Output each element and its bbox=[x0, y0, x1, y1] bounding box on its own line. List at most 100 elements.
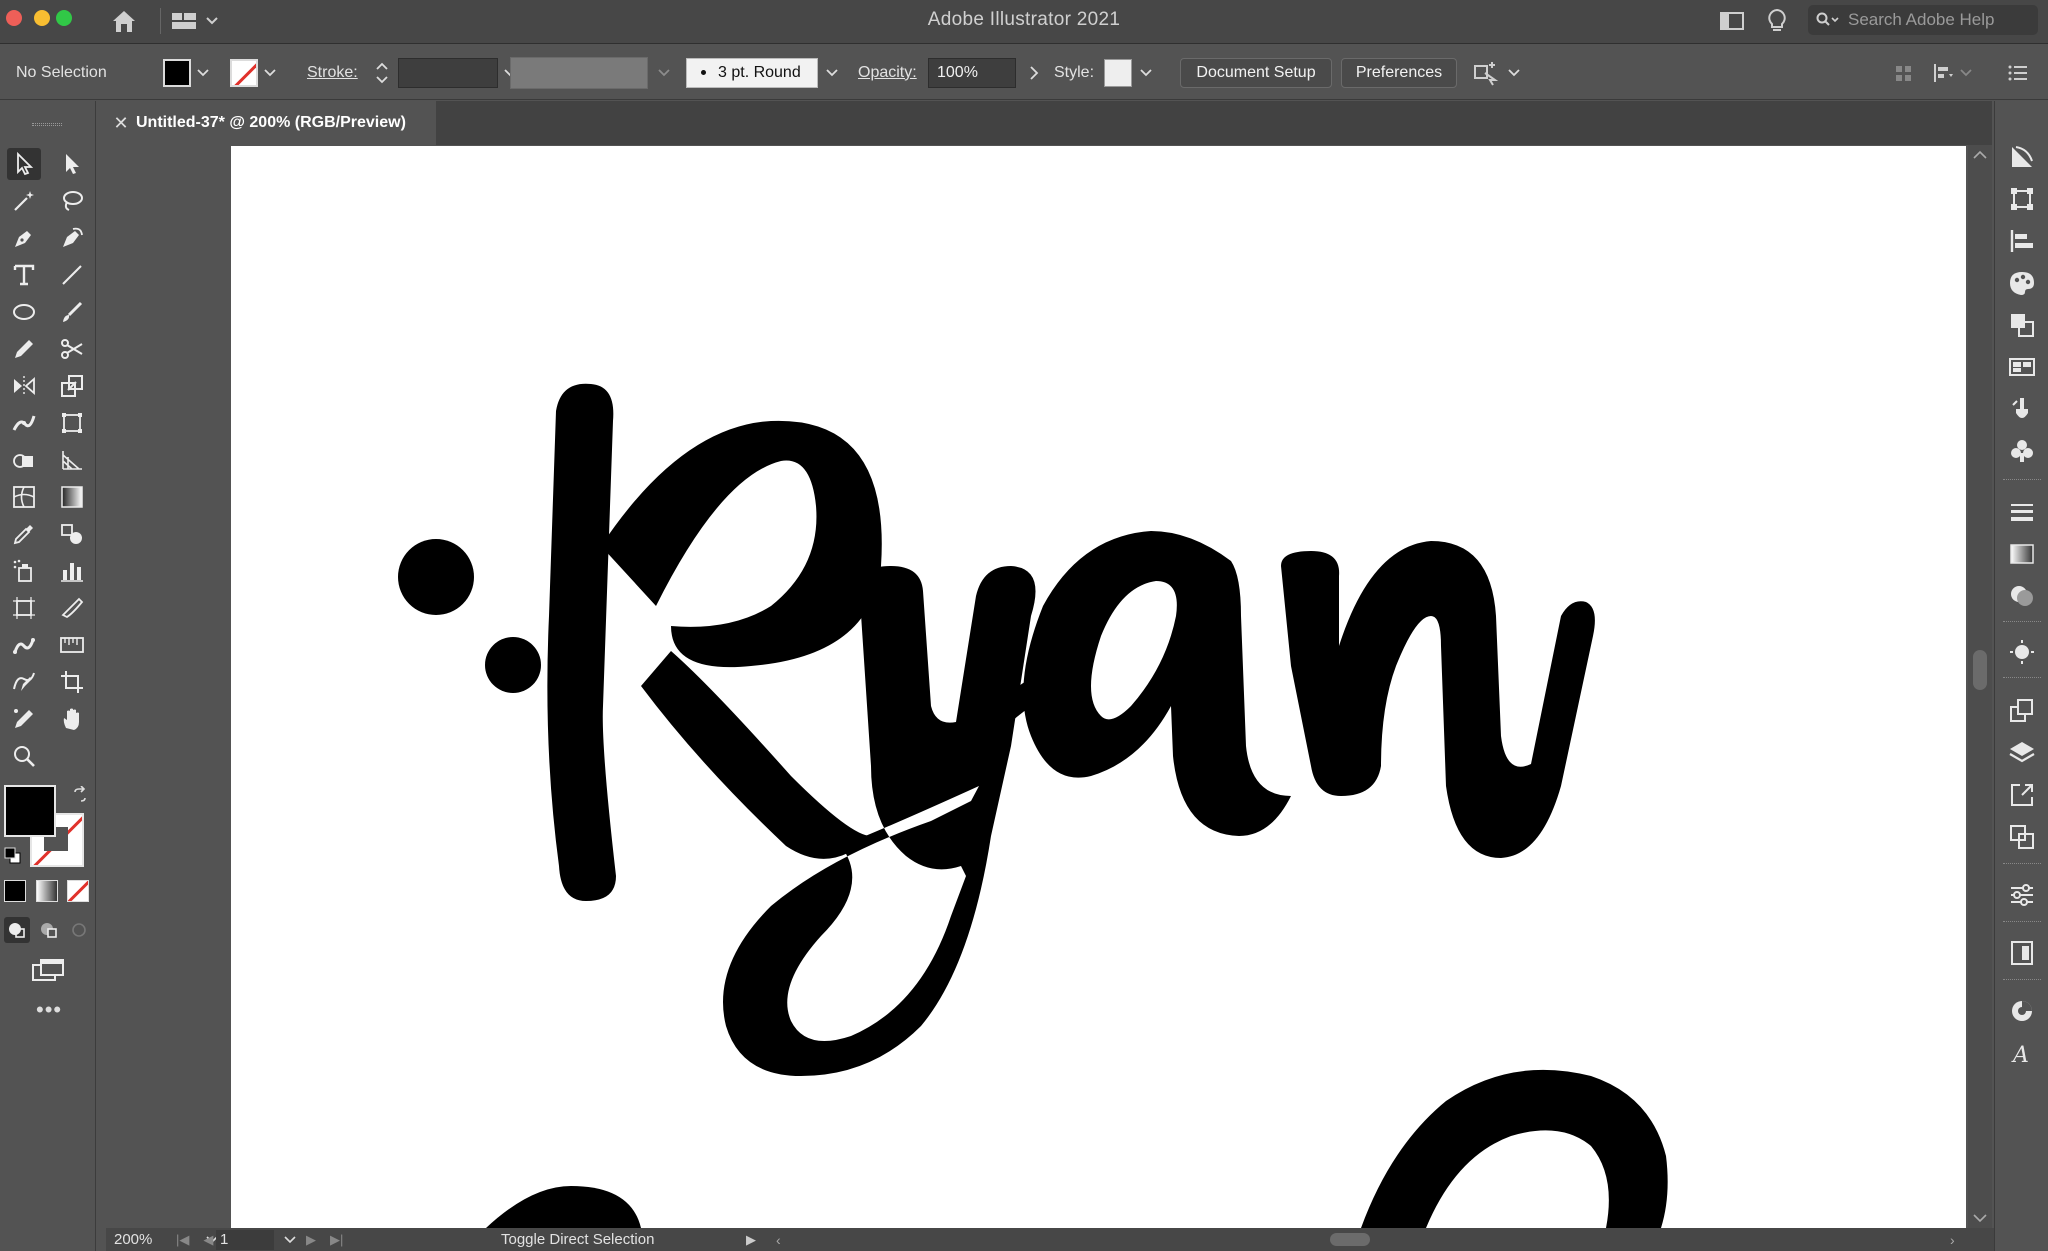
pathfinder-panel-icon[interactable] bbox=[2006, 309, 2038, 341]
hand-tool-icon[interactable] bbox=[55, 703, 89, 735]
stepper-arrows-icon[interactable] bbox=[372, 58, 392, 88]
mesh-tool-icon[interactable] bbox=[7, 481, 41, 513]
width-tool-icon[interactable] bbox=[7, 407, 41, 439]
status-menu-icon[interactable]: ▶ bbox=[746, 1228, 756, 1251]
selection-tool-icon[interactable] bbox=[7, 148, 41, 180]
arrange-documents-icon[interactable] bbox=[1716, 6, 1748, 36]
chevron-down-icon[interactable] bbox=[826, 68, 838, 77]
scroll-left-icon[interactable]: ‹ bbox=[776, 1228, 781, 1251]
pen-tool-icon[interactable] bbox=[7, 222, 41, 254]
chevron-down-icon[interactable] bbox=[197, 68, 209, 77]
opacity-field[interactable]: 100% bbox=[928, 57, 1016, 88]
document-setup-button[interactable]: Document Setup bbox=[1180, 57, 1332, 88]
paint-bucket-tool-icon[interactable] bbox=[7, 703, 41, 735]
letter-r-bowl[interactable] bbox=[601, 420, 882, 668]
search-help-field[interactable]: Search Adobe Help bbox=[1808, 5, 2038, 35]
gradient-mode-button[interactable] bbox=[36, 880, 58, 902]
variable-width-profile[interactable] bbox=[510, 45, 670, 100]
reflect-tool-icon[interactable] bbox=[7, 370, 41, 402]
select-similar-icon[interactable] bbox=[1472, 60, 1500, 86]
gradient-tool-icon[interactable] bbox=[55, 481, 89, 513]
letter-n[interactable] bbox=[1281, 541, 1595, 858]
type-tool-icon[interactable] bbox=[7, 259, 41, 291]
scroll-up-icon[interactable] bbox=[1968, 147, 1992, 163]
artboard-navigation-next[interactable]: ▶ ▶| bbox=[306, 1228, 343, 1251]
chevron-down-icon[interactable] bbox=[284, 1228, 296, 1251]
layers-panel-icon[interactable] bbox=[2006, 737, 2038, 769]
preferences-button[interactable]: Preferences bbox=[1341, 57, 1457, 88]
lasso-tool-icon[interactable] bbox=[55, 185, 89, 217]
default-fill-stroke-icon[interactable] bbox=[4, 847, 22, 865]
shaper-tool-icon[interactable] bbox=[7, 666, 41, 698]
properties-sliders-icon[interactable] bbox=[2006, 879, 2038, 911]
partial-letter-left[interactable] bbox=[486, 1186, 641, 1228]
fill-color-swatch[interactable] bbox=[163, 58, 191, 87]
color-mode-button[interactable] bbox=[4, 880, 26, 902]
paintbrush-tool-icon[interactable] bbox=[55, 296, 89, 328]
align-panel-icon[interactable] bbox=[2006, 225, 2038, 257]
line-segment-tool-icon[interactable] bbox=[55, 259, 89, 291]
close-tab-icon[interactable]: ✕ bbox=[106, 113, 136, 134]
symbols-panel-icon[interactable] bbox=[2006, 435, 2038, 467]
last-artboard-icon[interactable]: ▶| bbox=[330, 1232, 343, 1248]
draw-inside-icon[interactable] bbox=[66, 917, 92, 943]
draw-normal-icon[interactable] bbox=[4, 917, 30, 943]
appearance-panel-icon[interactable] bbox=[2006, 636, 2038, 668]
recolor-panel-icon[interactable] bbox=[2006, 995, 2038, 1027]
perspective-grid-tool-icon[interactable] bbox=[55, 444, 89, 476]
scroll-down-icon[interactable] bbox=[1968, 1210, 1992, 1226]
previous-artboard-icon[interactable]: ◀ bbox=[203, 1232, 213, 1248]
scroll-right-icon[interactable]: › bbox=[1950, 1228, 1955, 1251]
shape-builder-tool-icon[interactable] bbox=[7, 444, 41, 476]
artboards-panel-icon[interactable] bbox=[2006, 695, 2038, 727]
artboard[interactable] bbox=[231, 146, 1966, 1228]
artboard-tool-icon[interactable] bbox=[7, 592, 41, 624]
opacity-label[interactable]: Opacity: bbox=[858, 45, 917, 100]
small-dot[interactable] bbox=[485, 637, 541, 693]
crop-tool-icon[interactable] bbox=[55, 666, 89, 698]
blend-tool-icon[interactable] bbox=[55, 518, 89, 550]
tab-untitled-37[interactable]: ✕ Untitled-37* @ 200% (RGB/Preview) bbox=[106, 101, 436, 145]
next-artboard-icon[interactable]: ▶ bbox=[306, 1232, 316, 1248]
eyedropper-tool-icon[interactable] bbox=[7, 518, 41, 550]
chevron-down-icon[interactable] bbox=[1508, 68, 1520, 77]
brush-definition[interactable]: 3 pt. Round bbox=[686, 45, 838, 100]
chevron-down-icon[interactable] bbox=[658, 68, 670, 77]
toolbar-grip[interactable] bbox=[32, 123, 62, 126]
column-graph-tool-icon[interactable] bbox=[55, 555, 89, 587]
lightbulb-icon[interactable] bbox=[1762, 6, 1792, 36]
transform-panel-icon[interactable] bbox=[2006, 183, 2038, 215]
none-mode-button[interactable] bbox=[67, 880, 89, 902]
brushes-panel-icon[interactable] bbox=[2006, 393, 2038, 425]
direct-selection-tool-icon[interactable] bbox=[55, 148, 89, 180]
vertical-scrollbar[interactable] bbox=[1968, 145, 1992, 1228]
stroke-weight-field[interactable] bbox=[398, 57, 498, 88]
swatches-panel-icon[interactable] bbox=[2006, 351, 2038, 383]
chevron-down-icon[interactable] bbox=[1140, 68, 1152, 77]
free-transform-tool-icon[interactable] bbox=[55, 407, 89, 439]
change-screen-mode-icon[interactable] bbox=[30, 956, 66, 984]
puppet-warp-tool-icon[interactable] bbox=[7, 629, 41, 661]
vertical-scroll-thumb[interactable] bbox=[1973, 650, 1987, 690]
stroke-panel-icon[interactable] bbox=[2006, 496, 2038, 528]
pencil-tool-icon[interactable] bbox=[7, 333, 41, 365]
transparency-panel-icon[interactable] bbox=[2006, 580, 2038, 612]
magic-wand-tool-icon[interactable] bbox=[7, 185, 41, 217]
quick-actions-group[interactable] bbox=[1472, 45, 1520, 100]
fill-swatch-group[interactable] bbox=[163, 45, 209, 100]
gradient-panel-icon[interactable] bbox=[2006, 538, 2038, 570]
slice-tool-icon[interactable] bbox=[55, 592, 89, 624]
color-panel-icon[interactable] bbox=[2006, 267, 2038, 299]
curvature-tool-icon[interactable] bbox=[55, 222, 89, 254]
chevron-right-icon[interactable] bbox=[1028, 65, 1040, 80]
fill-color-box[interactable] bbox=[4, 785, 56, 837]
stroke-color-swatch[interactable] bbox=[230, 58, 258, 87]
measure-tool-icon[interactable] bbox=[55, 629, 89, 661]
panel-menu-icon[interactable] bbox=[2008, 45, 2028, 100]
stroke-swatch-group[interactable] bbox=[230, 45, 276, 100]
chevron-down-icon[interactable] bbox=[264, 68, 276, 77]
chevron-down-icon[interactable] bbox=[1960, 68, 1972, 77]
graphic-style-group[interactable] bbox=[1104, 45, 1152, 100]
partial-letter-right[interactable] bbox=[1361, 1069, 1668, 1228]
ryan-lettering-artwork[interactable] bbox=[231, 146, 1966, 1228]
